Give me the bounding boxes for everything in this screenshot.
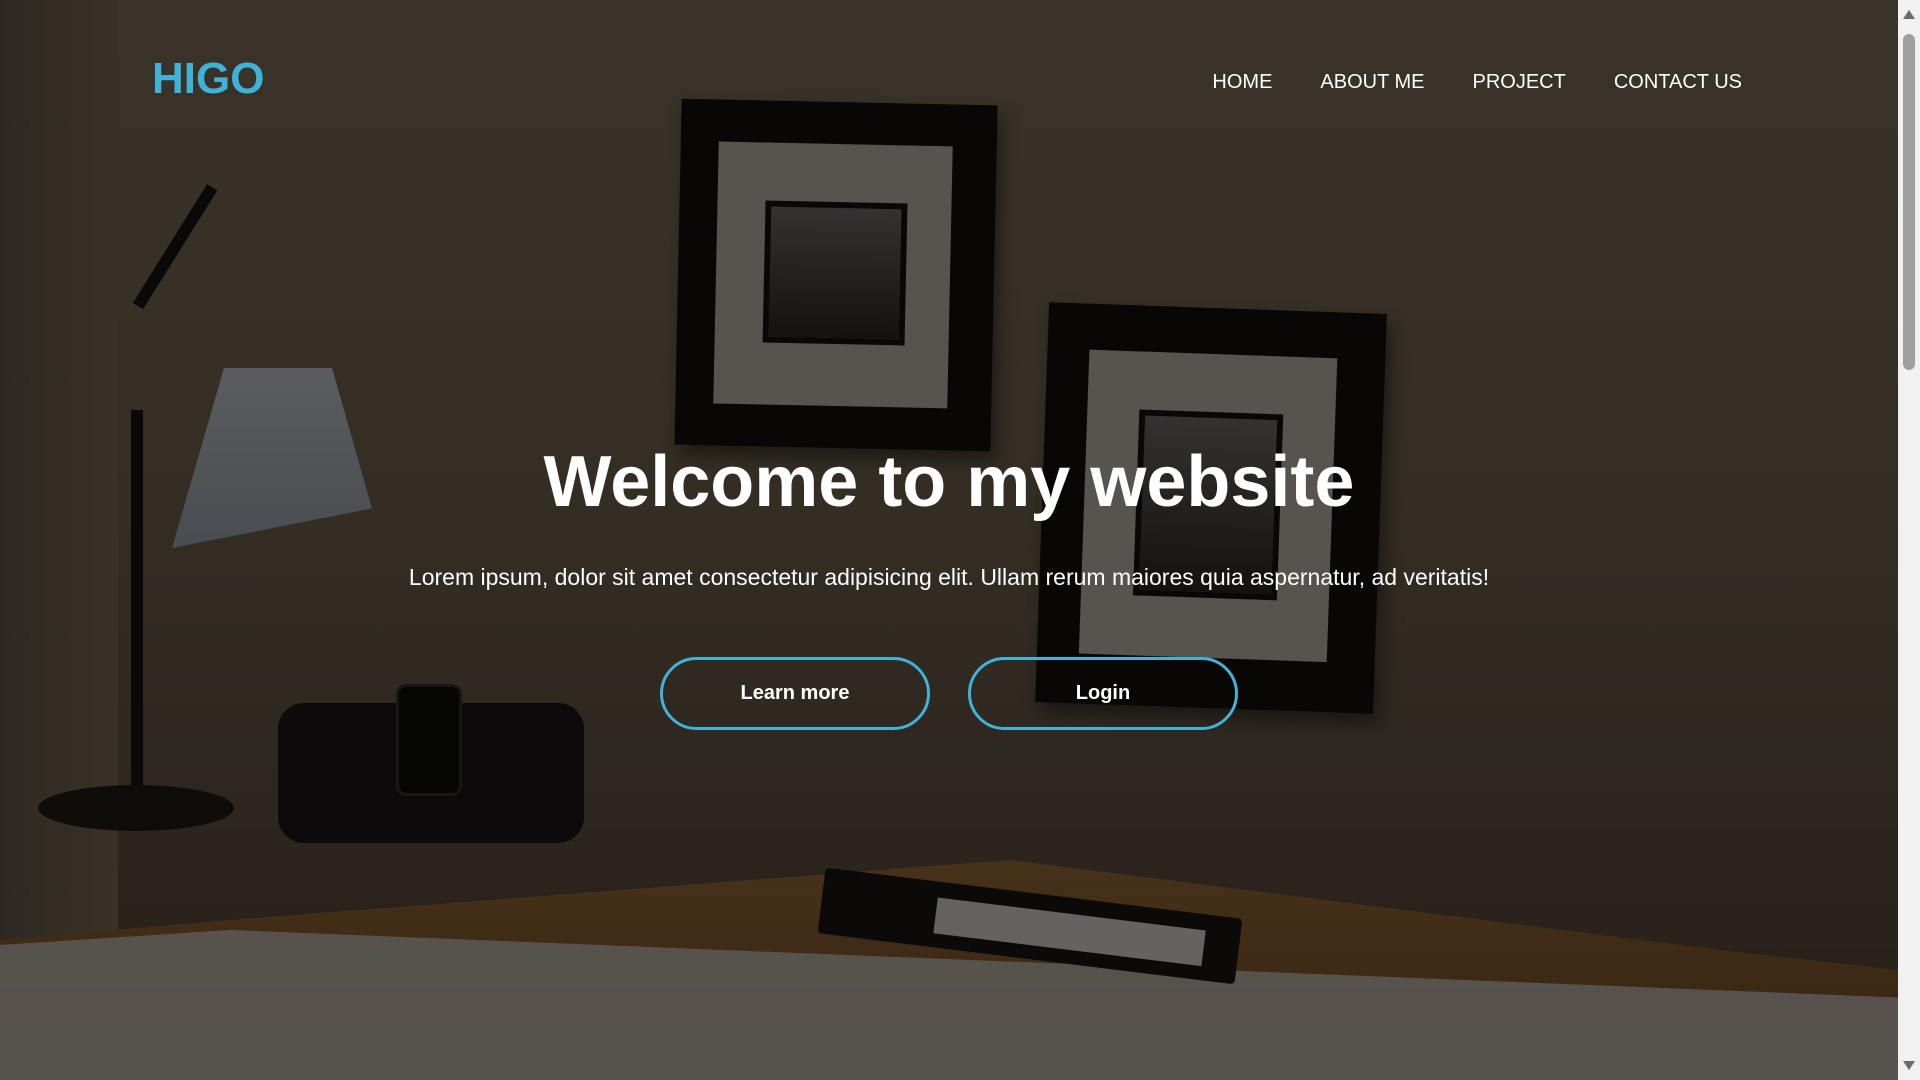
hero-buttons: Learn more Login — [0, 657, 1898, 730]
main-nav: HOME ABOUT ME PROJECT CONTACT US — [1212, 71, 1742, 94]
arrow-down-icon[interactable] — [1903, 1061, 1915, 1070]
vertical-scrollbar[interactable] — [1898, 0, 1920, 1080]
scrollbar-thumb[interactable] — [1903, 34, 1915, 370]
learn-more-button[interactable]: Learn more — [660, 657, 930, 730]
hero-subtitle: Lorem ipsum, dolor sit amet consectetur … — [408, 564, 1490, 590]
hero-title: Welcome to my website — [543, 442, 1355, 522]
nav-item-project[interactable]: PROJECT — [1473, 71, 1566, 94]
arrow-up-icon[interactable] — [1903, 10, 1915, 19]
site-logo[interactable]: HIGO — [152, 54, 264, 104]
login-button[interactable]: Login — [968, 657, 1238, 730]
page-viewport: HIGO HOME ABOUT ME PROJECT CONTACT US We… — [0, 0, 1898, 1080]
nav-item-about-me[interactable]: ABOUT ME — [1320, 71, 1424, 94]
nav-item-home[interactable]: HOME — [1212, 71, 1272, 94]
hero-section: Welcome to my website Lorem ipsum, dolor… — [0, 440, 1898, 592]
nav-item-contact-us[interactable]: CONTACT US — [1614, 71, 1742, 94]
site-header: HIGO HOME ABOUT ME PROJECT CONTACT US — [0, 0, 1898, 170]
